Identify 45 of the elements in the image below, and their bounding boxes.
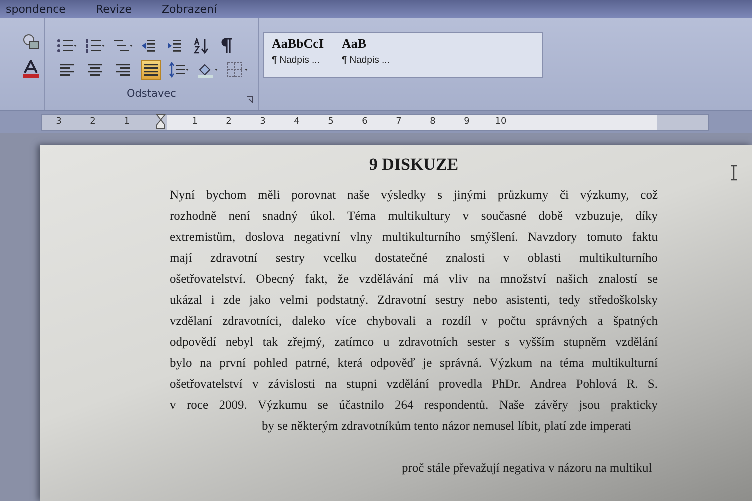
ruler-number: 1	[191, 117, 199, 127]
ruler-number: 5	[327, 117, 335, 127]
ruler-number: 4	[293, 117, 301, 127]
multilevel-list-icon[interactable]	[113, 38, 133, 54]
line-spacing-icon[interactable]	[169, 62, 189, 78]
text-line: vzdělaní zdravotníci, daleko více chybovali a rozdíl v počtu správných a špatných	[170, 313, 658, 330]
ruler-number: 3	[259, 117, 267, 127]
section-heading: 9 DISKUZE	[369, 155, 459, 175]
font-color-icon[interactable]	[22, 60, 40, 78]
text-line: proč stále převažují negativa v názoru na multikul	[402, 460, 652, 477]
ruler-number: 9	[463, 117, 471, 127]
text-line: by se některým zdravotníkům tento názor nemusel líbit, platí zde imperati	[262, 418, 632, 435]
sort-icon[interactable]	[193, 38, 211, 54]
ruler-number: 8	[429, 117, 437, 127]
ruler-number: 2	[225, 117, 233, 127]
ribbon-tab[interactable]: Revize	[92, 2, 136, 16]
text-line: rozhodně není snadný úkol. Téma multikultury v současné době vzbuzuje, díky	[170, 208, 658, 225]
text-line: ošetřovatelství. Obecný fakt, že vzdělávání má vliv na množství našich znalostí se	[170, 271, 658, 288]
ribbon-tab[interactable]: spondence	[2, 2, 70, 16]
style-item[interactable]: AaBbCcI ¶ Nadpis ...	[270, 36, 336, 74]
borders-icon[interactable]	[227, 62, 249, 78]
ruler-number: 3	[55, 117, 63, 127]
align-justify-button[interactable]	[141, 60, 161, 80]
ribbon-tab[interactable]: Zobrazení	[158, 2, 222, 16]
text-cursor-icon	[730, 165, 738, 181]
numbered-list-icon[interactable]	[85, 38, 105, 54]
ruler-number: 7	[395, 117, 403, 127]
text-line: mají zdravotní sestry vcelku dostatečné znalosti v oblasti multikulturního	[170, 250, 658, 267]
ruler-number: 1	[123, 117, 131, 127]
text-line: odpovědí nebyl tak zřejmý, zatímco u zdravotních sester s vyšším stupněm vzdělání	[170, 334, 658, 351]
dialog-launcher-icon[interactable]	[246, 96, 254, 104]
style-item[interactable]: AaB ¶ Nadpis ...	[340, 36, 406, 74]
bullet-list-icon[interactable]	[57, 38, 77, 54]
ruler-number: 10	[494, 117, 508, 127]
indent-marker-icon[interactable]	[156, 114, 166, 130]
text-line: v roce 2009. Výzkumu se účastnilo 264 respondentů. Naše závěry jsou prakticky	[170, 397, 658, 414]
text-line: extremistům, doslova negativní vlny multikulturního smýšlení. Navzdory tomuto faktu	[170, 229, 658, 246]
text-line: ošetřovatelství v závislosti na stupni vzdělání provedla PhDr. Andrea Pohlová R. S.	[170, 376, 658, 393]
text-line: bylo na první pohled patrné, která odpověď je správná. Výzkum na téma multikulturní	[170, 355, 658, 372]
text-line: ukázal i zde jako velmi podstatný. Zdravotní sestry nebo asistenti, tedy středoškolsky	[170, 292, 658, 309]
pilcrow-icon[interactable]	[219, 38, 233, 54]
group-label: Odstavec	[127, 88, 176, 100]
text-line: Nyní bychom měli porovnat naše výsledky s jinými průzkumy či výzkumy, což	[170, 187, 658, 204]
ruler-number: 2	[89, 117, 97, 127]
ruler-number: 6	[361, 117, 369, 127]
